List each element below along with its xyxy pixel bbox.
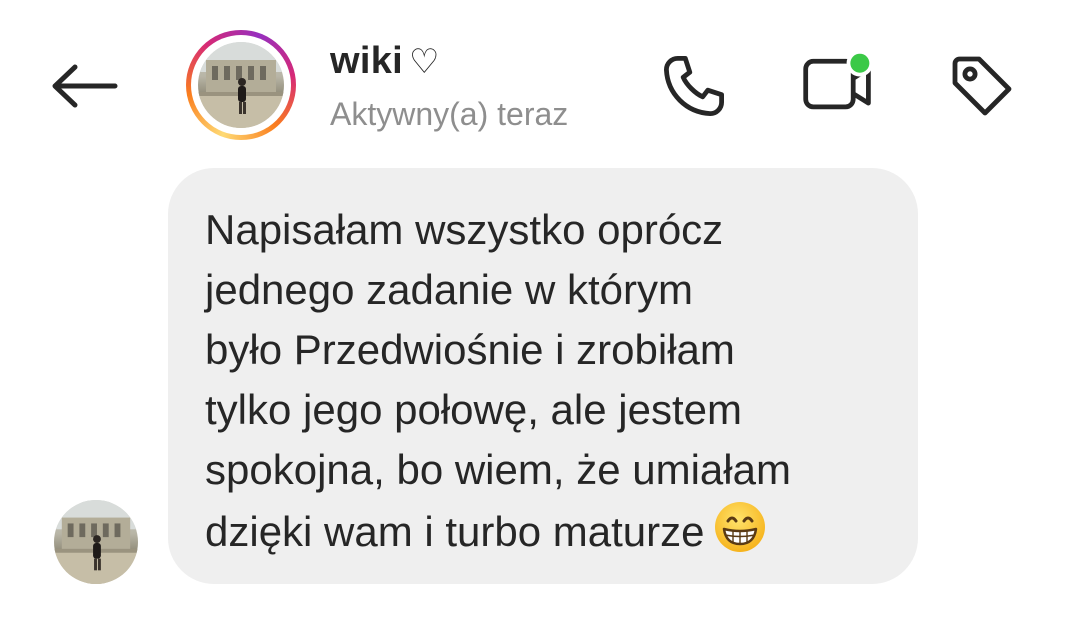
arrow-left-icon bbox=[52, 64, 118, 108]
avatar-photo bbox=[198, 42, 284, 128]
audio-call-button[interactable] bbox=[656, 48, 732, 124]
tag-button[interactable] bbox=[944, 48, 1020, 124]
phone-icon bbox=[664, 56, 724, 116]
contact-name[interactable]: wiki ♡ bbox=[330, 40, 440, 83]
contact-name-text: wiki bbox=[330, 40, 404, 82]
message-line-last: dzięki wam i turbo maturze bbox=[205, 500, 888, 570]
contact-avatar[interactable] bbox=[186, 30, 296, 140]
tag-icon bbox=[952, 56, 1012, 116]
message-line-text: dzięki wam i turbo maturze bbox=[205, 508, 705, 555]
activity-status: Aktywny(a) teraz bbox=[330, 96, 569, 132]
message-line: spokojna, bo wiem, że umiałam bbox=[205, 446, 791, 493]
avatar-ring-gap bbox=[191, 35, 291, 135]
heart-symbol: ♡ bbox=[409, 43, 440, 81]
video-call-button[interactable] bbox=[800, 48, 876, 124]
message-line: Napisałam wszystko oprócz bbox=[205, 206, 724, 253]
message-line: jednego zadanie w którym bbox=[205, 266, 693, 313]
message-line: tylko jego połowę, ale jestem bbox=[205, 386, 742, 433]
message-line: było Przedwiośnie i zrobiłam bbox=[205, 326, 735, 373]
back-button[interactable] bbox=[44, 54, 124, 118]
message-bubble[interactable]: Napisałam wszystko oprócz jednego zadani… bbox=[168, 168, 918, 584]
sender-avatar[interactable] bbox=[54, 500, 138, 584]
video-camera-icon bbox=[803, 49, 874, 110]
grinning-emoji-icon bbox=[713, 500, 767, 570]
